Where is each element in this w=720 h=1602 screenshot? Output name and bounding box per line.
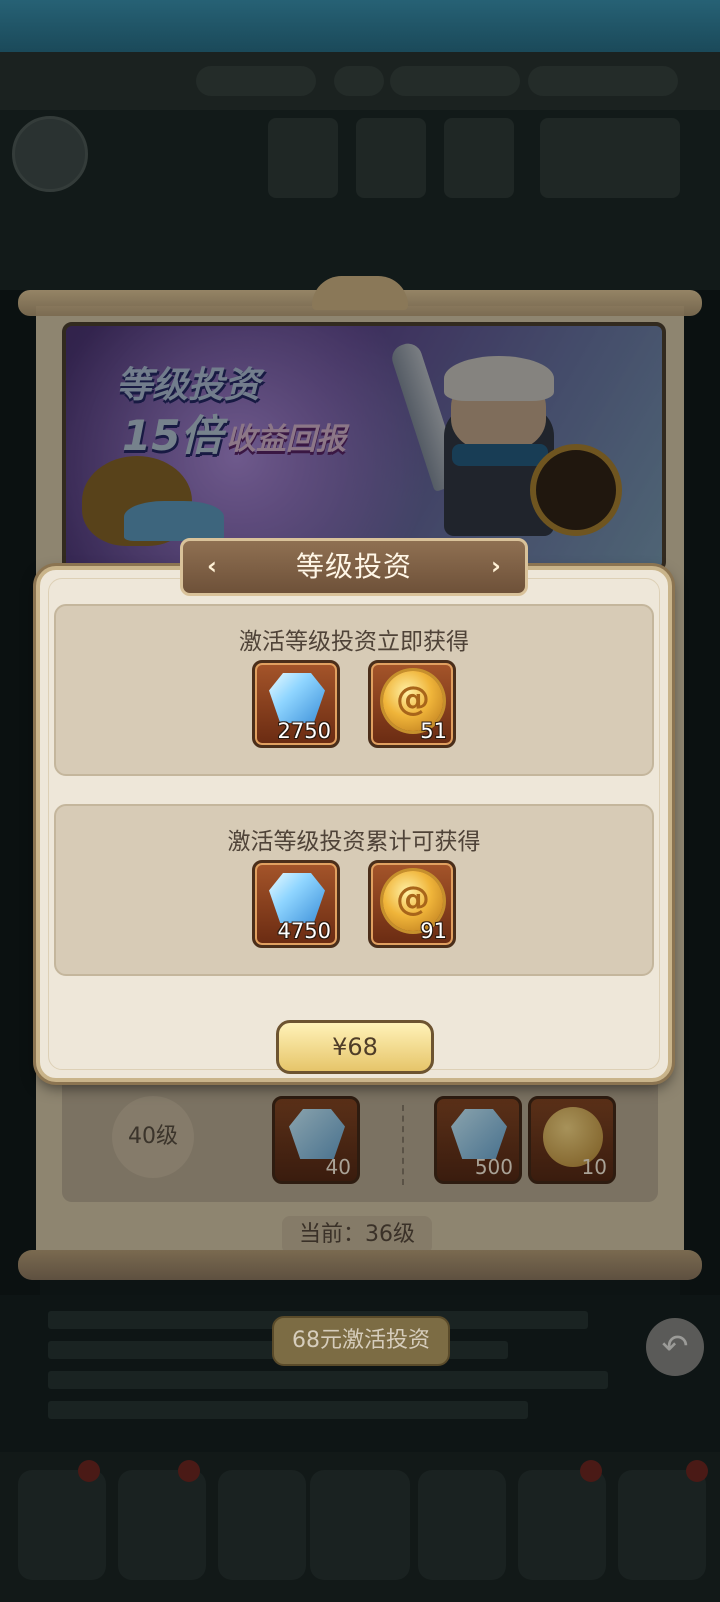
reward-count: 2750 [277,719,331,743]
nav-item [418,1470,506,1580]
paid-reward-item[interactable]: 10 [528,1096,616,1184]
reward-count: 51 [420,719,447,743]
scroll-ornament [312,276,408,310]
banner-subtitle: 收益回报 [226,422,346,457]
reward-count: 500 [474,1155,513,1179]
section-heading: 激活等级投资立即获得 [239,629,469,655]
notification-dot [580,1460,602,1482]
instant-rewards-section: 激活等级投资立即获得 [54,604,654,776]
dialog-title: 等级投资 [295,550,412,583]
notification-dot [78,1460,100,1482]
reward-count: 40 [325,1155,351,1179]
top-resource-bar [0,52,720,110]
notification-dot [178,1460,200,1482]
reward-item[interactable]: 4750 [252,860,340,948]
chevron-right-icon[interactable]: › [481,551,511,581]
purchase-button[interactable]: ¥68 [276,1020,434,1074]
shield-icon [530,444,622,536]
notification-dot [686,1460,708,1482]
background-card [444,118,514,198]
back-icon[interactable]: ↶ [646,1318,704,1376]
nav-item [218,1470,306,1580]
scroll-bottom-roller [18,1250,702,1280]
resource-slot [528,66,678,96]
hero-scarf [452,444,548,466]
banner-multiplier: 15倍 [122,411,223,460]
section-heading: 激活等级投资累计可获得 [227,829,481,855]
level-investment-banner: 等级投资 15倍 收益回报 [62,322,666,572]
nav-item [118,1470,206,1580]
reward-count: 91 [420,919,447,943]
nav-item [310,1470,410,1580]
cumulative-rewards-section: 激活等级投资累计可获得 [54,804,654,976]
diamond-gem-icon [269,873,325,923]
dialog-title-plate: ‹ 等级投资 › [180,538,528,596]
resource-slot [196,66,316,96]
reward-item[interactable]: 91 [368,860,456,948]
banner-title: 等级投资 [116,365,261,406]
level-badge: 40级 [112,1096,194,1178]
diamond-gem-icon [289,1109,345,1159]
activate-investment-button[interactable]: 68元激活投资 [272,1316,450,1366]
nav-item [518,1470,606,1580]
status-bar [0,0,720,52]
reward-item[interactable]: 2750 [252,660,340,748]
background-card [540,118,680,198]
paid-reward-item[interactable]: 500 [434,1096,522,1184]
reward-divider [402,1105,404,1185]
nav-item [618,1470,706,1580]
diamond-gem-icon [269,673,325,723]
reward-item[interactable]: 51 [368,660,456,748]
current-level-label: 当前：36级 [282,1216,432,1254]
player-avatar [12,116,88,192]
gem-pile-icon [124,501,224,541]
hero-hair [444,356,554,401]
chevron-left-icon[interactable]: ‹ [197,551,227,581]
reward-count: 10 [581,1155,607,1179]
diamond-gem-icon [451,1109,507,1159]
free-reward-item[interactable]: 40 [272,1096,360,1184]
resource-slot [390,66,520,96]
nav-item [18,1470,106,1580]
background-card [356,118,426,198]
background-card [268,118,338,198]
reward-count: 4750 [277,919,331,943]
resource-slot [334,66,384,96]
